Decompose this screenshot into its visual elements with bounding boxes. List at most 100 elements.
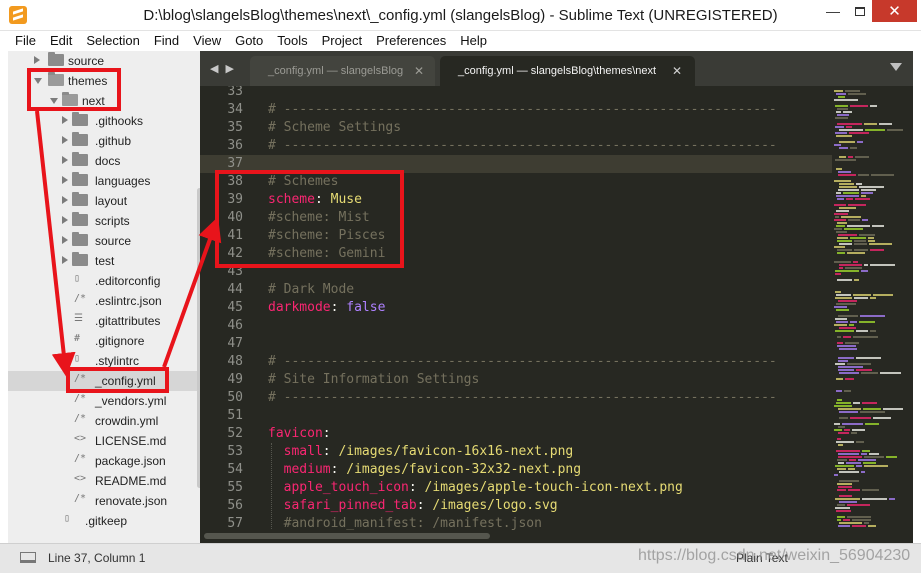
code-line[interactable]: 38 # Schemes [200, 173, 840, 191]
sidebar-item-crowdin-yml[interactable]: /* crowdin.yml [8, 411, 200, 431]
code-editor[interactable]: 33 34 # ----------------------------------… [200, 86, 913, 530]
tab-config-next[interactable]: _config.yml — slangelsBlog\themes\next ✕ [440, 56, 695, 86]
tab-config-root[interactable]: _config.yml — slangelsBlog ✕ [250, 56, 435, 86]
code-line[interactable]: 35 # Scheme Settings [200, 119, 840, 137]
disclosure-right-icon[interactable] [62, 116, 68, 124]
tab-nav-arrows[interactable]: ◀ ▶ [210, 62, 236, 75]
disclosure-right-icon[interactable] [62, 256, 68, 264]
sidebar-item-languages[interactable]: languages [8, 171, 200, 191]
code-line[interactable]: 40 #scheme: Mist [200, 209, 840, 227]
sidebar-item-config-yml[interactable]: /* _config.yml [8, 371, 200, 391]
minimize-button[interactable]: — [818, 0, 848, 22]
minimap-line [883, 408, 903, 410]
sidebar-item-source[interactable]: source [8, 231, 200, 251]
menu-goto[interactable]: Goto [228, 31, 270, 51]
code-line[interactable]: 49 # Site Information Settings [200, 371, 840, 389]
code-line[interactable]: 41 #scheme: Pisces [200, 227, 840, 245]
minimap[interactable] [832, 86, 913, 530]
minimap-line [864, 264, 868, 266]
maximize-button[interactable] [846, 0, 874, 22]
code-token: /images/favicon-16x16-next.png [338, 444, 574, 459]
tab-dropdown-icon[interactable] [890, 63, 902, 71]
minimap-line [861, 453, 867, 455]
sidebar-item-package-json[interactable]: /* package.json [8, 451, 200, 471]
menu-tools[interactable]: Tools [270, 31, 314, 51]
menu-find[interactable]: Find [147, 31, 186, 51]
menu-selection[interactable]: Selection [79, 31, 146, 51]
minimap-line [848, 204, 866, 206]
sidebar-item-source[interactable]: source [8, 51, 200, 71]
code-line[interactable]: 36 # ------------------------------------… [200, 137, 840, 155]
sidebar-item-gitattributes[interactable]: ☰ .gitattributes [8, 311, 200, 331]
code-line[interactable]: 56 safari_pinned_tab: /images/logo.svg [200, 497, 840, 515]
sidebar-item-gitkeep[interactable]: ▯ .gitkeep [8, 511, 200, 531]
code-line[interactable]: 34 # ------------------------------------… [200, 101, 840, 119]
minimap-line [837, 504, 845, 506]
menu-preferences[interactable]: Preferences [369, 31, 453, 51]
minimap-line [887, 129, 903, 131]
sidebar-item-layout[interactable]: layout [8, 191, 200, 211]
sidebar-item-test[interactable]: test [8, 251, 200, 271]
minimap-line [838, 369, 854, 371]
close-button[interactable]: ✕ [872, 0, 917, 22]
disclosure-right-icon[interactable] [62, 136, 68, 144]
menu-edit[interactable]: Edit [43, 31, 79, 51]
sidebar-item-label: .eslintrc.json [95, 294, 162, 308]
tab-close-icon[interactable]: ✕ [672, 64, 682, 78]
sidebar-item-githooks[interactable]: .githooks [8, 111, 200, 131]
panel-toggle-icon[interactable] [20, 552, 36, 563]
disclosure-down-icon[interactable] [50, 98, 58, 104]
code-line[interactable]: 53 small: /images/favicon-16x16-next.png [200, 443, 840, 461]
sidebar-item-license-md[interactable]: <> LICENSE.md [8, 431, 200, 451]
menu-help[interactable]: Help [453, 31, 494, 51]
code-line[interactable]: 51 [200, 407, 840, 425]
code-line[interactable]: 44 # Dark Mode [200, 281, 840, 299]
horizontal-scrollbar[interactable] [200, 530, 913, 543]
sidebar-item-docs[interactable]: docs [8, 151, 200, 171]
code-line[interactable]: 54 medium: /images/favicon-32x32-next.pn… [200, 461, 840, 479]
sidebar-item-scripts[interactable]: scripts [8, 211, 200, 231]
horizontal-scrollbar-thumb[interactable] [204, 533, 490, 539]
code-text: # --------------------------------------… [268, 389, 777, 407]
disclosure-right-icon[interactable] [62, 156, 68, 164]
minimap-line [837, 516, 845, 518]
code-line[interactable]: 37 [200, 155, 840, 173]
minimap-line [839, 243, 852, 245]
code-line[interactable]: 52 favicon: [200, 425, 840, 443]
code-line[interactable]: 55 apple_touch_icon: /images/apple-touch… [200, 479, 840, 497]
menu-project[interactable]: Project [315, 31, 369, 51]
sidebar-item-eslintrc-json[interactable]: /* .eslintrc.json [8, 291, 200, 311]
code-line[interactable]: 48 # ------------------------------------… [200, 353, 840, 371]
disclosure-right-icon[interactable] [34, 56, 40, 64]
minimap-line [847, 516, 871, 518]
sidebar-item-readme-md[interactable]: <> README.md [8, 471, 200, 491]
disclosure-right-icon[interactable] [62, 216, 68, 224]
disclosure-down-icon[interactable] [34, 78, 42, 84]
code-line[interactable]: 47 [200, 335, 840, 353]
code-line[interactable]: 42 #scheme: Gemini [200, 245, 840, 263]
sidebar-item-stylintrc[interactable]: ▯ .stylintrc [8, 351, 200, 371]
menu-view[interactable]: View [186, 31, 228, 51]
sidebar-item-gitignore[interactable]: # .gitignore [8, 331, 200, 351]
sidebar-item-themes[interactable]: themes [8, 71, 200, 91]
disclosure-right-icon[interactable] [62, 176, 68, 184]
sidebar-item-editorconfig[interactable]: ▯ .editorconfig [8, 271, 200, 291]
code-line[interactable]: 43 [200, 263, 840, 281]
tab-close-icon[interactable]: ✕ [414, 64, 424, 78]
disclosure-right-icon[interactable] [62, 196, 68, 204]
code-line[interactable]: 46 [200, 317, 840, 335]
sidebar-item-label: .gitkeep [85, 514, 128, 528]
code-text: #scheme: Pisces [268, 227, 385, 245]
menu-file[interactable]: File [8, 31, 43, 51]
sidebar-item-next[interactable]: next [8, 91, 200, 111]
sidebar-item-renovate-json[interactable]: /* renovate.json [8, 491, 200, 511]
code-line[interactable]: 39 scheme: Muse [200, 191, 840, 209]
disclosure-right-icon[interactable] [62, 236, 68, 244]
code-line[interactable]: 50 # ------------------------------------… [200, 389, 840, 407]
code-token: #scheme: Pisces [268, 228, 386, 243]
code-line[interactable]: 57 #android_manifest: /manifest.json [200, 515, 840, 530]
code-line[interactable]: 45 darkmode: false [200, 299, 840, 317]
sidebar-item-vendors-yml[interactable]: /* _vendors.yml [8, 391, 200, 411]
code-line[interactable]: 33 [200, 86, 840, 101]
sidebar-item-github[interactable]: .github [8, 131, 200, 151]
